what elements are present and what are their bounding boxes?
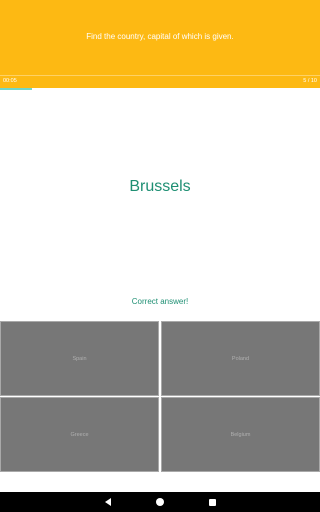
question-prompt-header: Find the country, capital of which is gi… (0, 0, 320, 75)
home-button[interactable] (150, 492, 170, 512)
answer-feedback: Correct answer! (131, 297, 189, 306)
answer-options: Spain Poland Greece Belgium (0, 321, 320, 473)
progress-bar (0, 88, 320, 90)
system-navigation-bar (0, 492, 320, 512)
capital-name: Brussels (129, 178, 191, 195)
option-belgium-button[interactable]: Belgium (161, 397, 320, 472)
timer: 00:05 (3, 78, 17, 84)
status-row: 00:05 5 / 10 (0, 75, 320, 88)
progress-fill (0, 88, 32, 90)
back-button[interactable] (98, 492, 118, 512)
option-spain-button[interactable]: Spain (0, 321, 159, 396)
prompt-text: Find the country, capital of which is gi… (86, 32, 234, 41)
question-counter: 5 / 10 (303, 78, 317, 84)
quiz-screen: Find the country, capital of which is gi… (0, 0, 320, 512)
back-triangle-icon (105, 498, 111, 506)
recent-apps-square-icon (208, 498, 216, 506)
home-circle-icon (156, 498, 164, 506)
option-greece-button[interactable]: Greece (0, 397, 159, 472)
recent-apps-button[interactable] (202, 492, 222, 512)
option-poland-button[interactable]: Poland (161, 321, 320, 396)
